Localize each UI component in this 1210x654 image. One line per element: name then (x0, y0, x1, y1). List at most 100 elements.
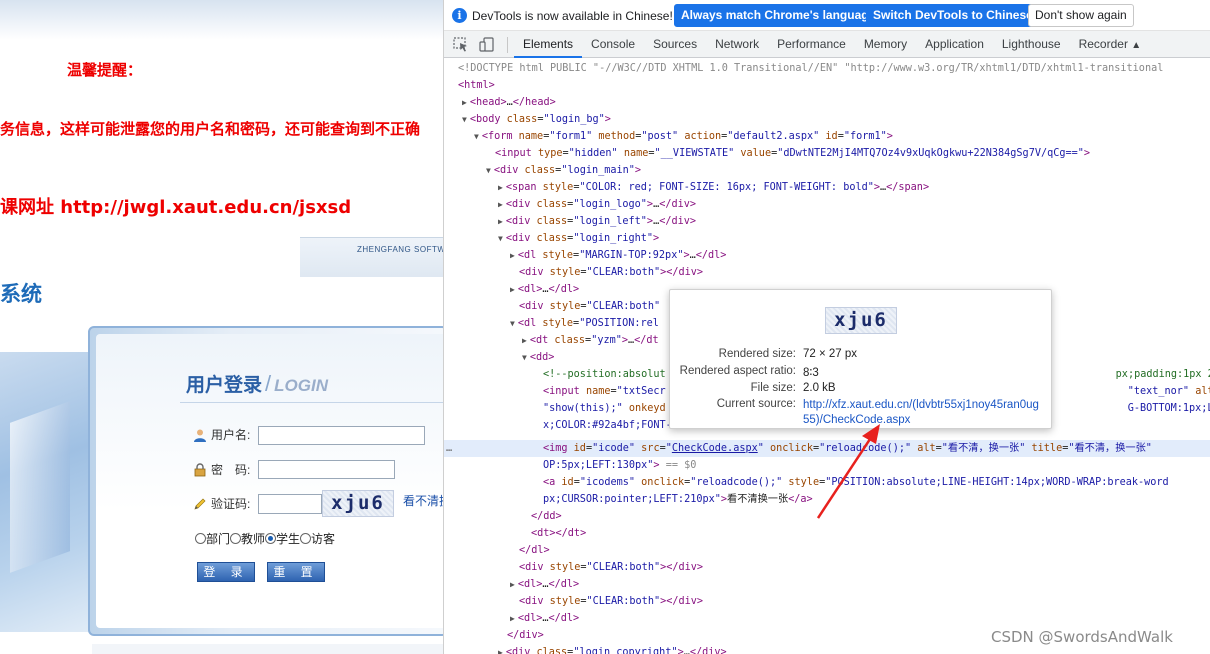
match-language-button[interactable]: Always match Chrome's language (674, 4, 883, 27)
dom-line-dd-close[interactable]: </dd> (531, 508, 562, 525)
system-title: 系统 (0, 282, 42, 306)
device-toolbar-icon[interactable] (479, 37, 495, 52)
dom-line-dl-close[interactable]: </dl> (519, 542, 550, 559)
switch-to-chinese-button[interactable]: Switch DevTools to Chinese (866, 4, 1040, 27)
captcha-refresh-link[interactable]: 看不清换一张 (403, 492, 443, 509)
dom-line-div-close[interactable]: </div> (507, 627, 544, 644)
dont-show-again-button[interactable]: Don't show again (1028, 4, 1134, 27)
decorative-graphic (0, 352, 92, 632)
webpage-viewport: 温馨提醒： 务信息，这样可能泄露您的用户名和密码，还可能查询到不正确 课网址 h… (0, 0, 443, 654)
dom-line-clear-2[interactable]: <div style="CLEAR:both" (519, 298, 660, 315)
tab-recorder-label: Recorder (1078, 37, 1128, 51)
dom-line-doctype[interactable]: <!DOCTYPE html PUBLIC "-//W3C//DTD XHTML… (458, 60, 1163, 77)
csdn-watermark: CSDN @SwordsAndWalk (991, 628, 1173, 646)
tooltip-rendered-size-label: Rendered size: (718, 348, 796, 360)
username-row: 用户名: (193, 426, 250, 443)
lock-icon (194, 462, 206, 476)
login-button[interactable]: 登 录 (197, 562, 255, 582)
username-input[interactable] (258, 426, 425, 445)
dom-line-dl-3[interactable]: ▶ <dl>…</dl> (510, 576, 579, 593)
tab-console[interactable]: Console (582, 31, 644, 58)
dom-line-html[interactable]: <html> (458, 77, 495, 94)
dom-line-dt-yzm[interactable]: ▶ <dt class="yzm">…</dt (522, 332, 659, 349)
devtools-tabs: Elements Console Sources Network Perform… (514, 31, 1150, 58)
vendor-logo: ZHENGFANG SOFTW (300, 237, 443, 277)
tooltip-file-size-value: 2.0 kB (803, 382, 836, 394)
role-option-visitor[interactable]: 访客 (300, 530, 335, 547)
tooltip-aspect-label: Rendered aspect ratio: (679, 365, 796, 377)
dom-line-dl-margin[interactable]: ▶ <dl style="MARGIN-TOP:92px">…</dl> (510, 247, 726, 264)
tab-recorder[interactable]: Recorder ▲ (1070, 31, 1151, 58)
page-top-banner (0, 0, 443, 40)
dom-line-span[interactable]: ▶ <span style="COLOR: red; FONT-SIZE: 16p… (498, 179, 929, 196)
password-row: 密 码: (193, 461, 250, 478)
dom-line-login-main[interactable]: ▼ <div class="login_main"> (486, 162, 641, 179)
login-title-separator: / (265, 371, 272, 396)
dom-line-clear-4[interactable]: <div style="CLEAR:both"></div> (519, 593, 703, 610)
tab-performance[interactable]: Performance (768, 31, 855, 58)
dom-line-viewstate[interactable]: <input type="hidden" name="__VIEWSTATE" … (495, 145, 1090, 162)
dom-line-body[interactable]: ▼ <body class="login_bg"> (462, 111, 611, 128)
tooltip-captcha-preview: xju6 (825, 307, 897, 334)
password-input[interactable] (258, 460, 395, 479)
role-option-teacher[interactable]: 教师 (230, 530, 265, 547)
tab-elements[interactable]: Elements (514, 31, 583, 58)
dom-line-dl-2[interactable]: ▶ <dl>…</dl> (510, 281, 579, 298)
dom-line-dl-4[interactable]: ▶ <dl>…</dl> (510, 610, 579, 627)
inspect-element-icon[interactable] (453, 37, 469, 52)
role-option-dept[interactable]: 部门 (195, 530, 230, 547)
tab-sources[interactable]: Sources (644, 31, 706, 58)
radio-teacher[interactable] (230, 533, 242, 544)
user-icon (194, 429, 206, 442)
captcha-input[interactable] (258, 494, 322, 514)
role-student-label: 学生 (276, 532, 301, 546)
dom-line-dt-close[interactable]: <dt></dt> (531, 525, 586, 542)
dom-line-head[interactable]: ▶ <head>…</head> (462, 94, 556, 111)
captcha-row: 验证码: (193, 495, 250, 512)
dom-line-a-cursor[interactable]: px;CURSOR:pointer;LEFT:210px">看不清换一张</a> (543, 491, 813, 508)
dom-line-login-right[interactable]: ▼ <div class="login_right"> (498, 230, 659, 247)
dom-line-dl-position[interactable]: ▼ <dl style="POSITION:rel (510, 315, 659, 332)
dom-line-input-color[interactable]: x;COLOR:#92a4bf;FONT- (543, 417, 672, 434)
recorder-flask-icon: ▲ (1131, 40, 1142, 51)
tab-network[interactable]: Network (706, 31, 768, 58)
radio-student[interactable] (265, 533, 277, 544)
dom-line-form[interactable]: ▼ <form name="form1" method="post" action… (474, 128, 893, 145)
login-divider (180, 402, 443, 403)
tooltip-aspect-value: 8∶3 (803, 367, 819, 379)
radio-dept[interactable] (195, 533, 206, 544)
captcha-label: 验证码: (211, 497, 251, 511)
pencil-icon (194, 498, 206, 510)
tooltip-source-label: Current source: (716, 398, 796, 410)
dom-line-login-left[interactable]: ▶ <div class="login_left">…</div> (498, 213, 696, 230)
dom-line-img-icode-selected[interactable]: … <img id="icode" src="CheckCode.aspx" on… (444, 440, 1210, 457)
tooltip-source-link[interactable]: http://xfz.xaut.edu.cn/(ldvbtr55xj1noy45… (803, 398, 1043, 428)
dom-line-dd[interactable]: ▼ <dd> (522, 349, 554, 366)
tab-memory[interactable]: Memory (855, 31, 916, 58)
dom-line-clear-1[interactable]: <div style="CLEAR:both"></div> (519, 264, 703, 281)
toolbar-divider (507, 37, 508, 53)
login-title-zh: 用户登录 (186, 374, 263, 396)
dom-line-login-copyright[interactable]: ▶ <div class="login_copyright">…</div> (498, 644, 727, 654)
captcha-image[interactable]: xju6 (322, 490, 394, 517)
course-url-text: 课网址 http://jwgl.xaut.edu.cn/jsxsd (0, 197, 352, 218)
devtools-infobar: i DevTools is now available in Chinese! … (444, 0, 1210, 31)
image-hover-tooltip: xju6 Rendered size: 72 × 27 px Rendered … (669, 289, 1052, 429)
security-warning-text: 务信息，这样可能泄露您的用户名和密码，还可能查询到不正确 (0, 120, 421, 138)
tab-application[interactable]: Application (916, 31, 993, 58)
reset-button[interactable]: 重 置 (267, 562, 325, 582)
role-radio-group: 部门 教师 学生 访客 (195, 530, 335, 547)
dom-line-img-style[interactable]: OP:5px;LEFT:130px"> == $0 (543, 457, 696, 474)
dom-line-login-logo[interactable]: ▶ <div class="login_logo">…</div> (498, 196, 696, 213)
vendor-logo-text: ZHENGFANG SOFTW (357, 245, 443, 254)
login-heading: 用户登录 / LOGIN (186, 370, 328, 397)
dom-line-clear-3[interactable]: <div style="CLEAR:both"></div> (519, 559, 703, 576)
dom-line-a-icodems[interactable]: <a id="icodems" onclick="reloadcode();" … (543, 474, 1169, 491)
radio-visitor[interactable] (300, 533, 312, 544)
tab-lighthouse[interactable]: Lighthouse (993, 31, 1070, 58)
page-footer (92, 644, 443, 654)
tooltip-rendered-size-value: 72 × 27 px (803, 348, 858, 360)
reminder-heading: 温馨提醒： (67, 61, 143, 79)
role-option-student[interactable]: 学生 (265, 530, 300, 547)
info-icon: i (452, 8, 467, 23)
